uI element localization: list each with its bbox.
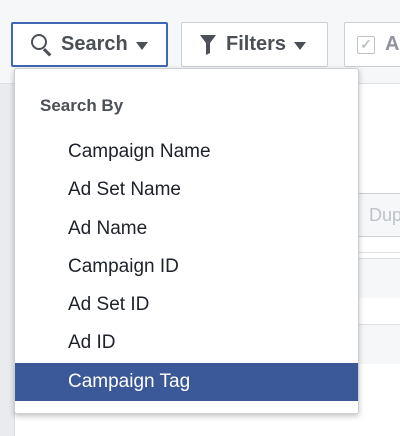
search-button[interactable]: Search bbox=[11, 22, 168, 67]
menu-item-ad-name[interactable]: Ad Name bbox=[15, 210, 358, 248]
caret-down-icon bbox=[135, 41, 148, 50]
menu-item-ad-set-name[interactable]: Ad Set Name bbox=[15, 171, 358, 209]
menu-item-campaign-name[interactable]: Campaign Name bbox=[15, 133, 358, 171]
partial-toolbar-button[interactable]: ✓ A bbox=[344, 22, 400, 67]
search-button-label: Search bbox=[61, 33, 128, 55]
caret-down-icon bbox=[294, 41, 307, 50]
checkmark-icon: ✓ bbox=[357, 35, 375, 54]
filters-button-label: Filters bbox=[226, 33, 287, 55]
filters-button[interactable]: Filters bbox=[181, 22, 328, 67]
search-icon bbox=[31, 33, 53, 56]
partial-toolbar-label: A bbox=[385, 33, 400, 55]
menu-item-ad-set-id[interactable]: Ad Set ID bbox=[15, 286, 358, 324]
menu-item-ad-id[interactable]: Ad ID bbox=[15, 324, 358, 362]
menu-item-campaign-tag[interactable]: Campaign Tag bbox=[15, 362, 358, 402]
search-by-dropdown: Search By Campaign Name Ad Set Name Ad N… bbox=[14, 68, 359, 414]
funnel-icon bbox=[200, 34, 216, 55]
duplicate-button-label: Dup bbox=[369, 205, 400, 225]
search-by-menu: Campaign Name Ad Set Name Ad Name Campai… bbox=[15, 133, 358, 402]
menu-item-campaign-id[interactable]: Campaign ID bbox=[15, 248, 358, 286]
dropdown-header: Search By bbox=[40, 96, 124, 115]
ads-manager-view: Search Filters ✓ A Dup Search By Campaig… bbox=[0, 0, 400, 436]
